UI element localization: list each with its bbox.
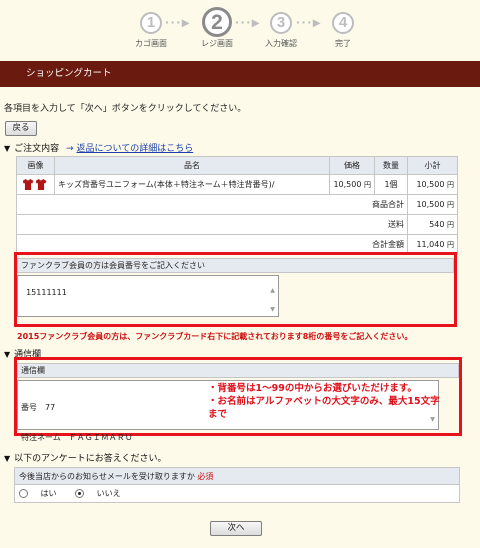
option-no-label[interactable]: いいえ xyxy=(97,489,121,498)
summary-value: 10,500 円 xyxy=(407,194,458,215)
triangle-down-icon: ▼ xyxy=(4,350,11,359)
summary-unit: 円 xyxy=(447,200,454,209)
step-4-icon: 4 xyxy=(332,12,354,34)
scroll-down-icon[interactable]: ▼ xyxy=(268,305,277,315)
survey-section-title: 以下のアンケートにお答えください。 xyxy=(14,454,167,464)
product-name: キッズ背番号ユニフォーム(本体＋特注ネーム＋特注背番号)/ xyxy=(54,174,330,195)
comm-label: 通信欄 xyxy=(17,363,459,378)
summary-amount: 11,040 xyxy=(416,239,445,249)
step-dots: ···▸ xyxy=(235,14,261,30)
cart-item-row: キッズ背番号ユニフォーム(本体＋特注ネーム＋特注背番号)/ 10,500 円 1… xyxy=(16,174,458,195)
product-subtotal: 10,500 円 xyxy=(407,174,458,195)
step-label-complete: 完了 xyxy=(335,39,351,48)
order-section-heading: ▼ ご注文内容 → 返品についての詳細はこちら xyxy=(4,141,193,154)
jersey-icon xyxy=(22,179,34,190)
summary-amount: 10,500 xyxy=(416,199,445,209)
option-yes-label[interactable]: はい xyxy=(41,489,57,498)
triangle-down-icon: ▼ xyxy=(4,144,11,153)
product-price: 10,500 円 xyxy=(329,174,375,195)
col-header-image: 画像 xyxy=(16,156,55,175)
cart-header-row: 画像 品名 価格 数量 小計 xyxy=(16,156,458,175)
col-header-name: 品名 xyxy=(54,156,330,175)
survey-options: はい いいえ xyxy=(15,485,459,502)
summary-row-shipping: 送料 540 円 xyxy=(16,214,458,235)
step-2-icon: 2 xyxy=(202,7,232,37)
fanclub-number-input[interactable]: 15111111 ▲ ▼ xyxy=(17,275,279,317)
col-header-price: 価格 xyxy=(329,156,375,175)
comm-note-3: まで xyxy=(208,409,228,420)
next-button[interactable]: 次へ xyxy=(210,521,262,536)
triangle-down-icon: ▼ xyxy=(4,454,11,463)
survey-question-bar: 今後当店からのお知らせメールを受け取りますか 必須 xyxy=(15,468,459,485)
jersey-icon xyxy=(35,179,47,190)
summary-value: 540 円 xyxy=(407,214,458,235)
back-button[interactable]: 戻る xyxy=(5,121,37,136)
subtotal-unit: 円 xyxy=(447,180,454,189)
step-label-cart: カゴ画面 xyxy=(135,39,167,48)
fanclub-label: ファンクラブ会員の方は会員番号をご記入ください xyxy=(17,258,454,273)
survey-question: 今後当店からのお知らせメールを受け取りますか xyxy=(19,472,195,481)
price-unit: 円 xyxy=(364,180,371,189)
radio-no[interactable] xyxy=(75,489,85,498)
product-qty: 1個 xyxy=(374,174,408,195)
comm-note-1: ・背番号は1～99の中からお選びいただけます。 xyxy=(208,383,417,394)
step-label-confirm: 入力確認 xyxy=(265,39,297,48)
radio-yes[interactable] xyxy=(19,489,28,498)
step-1-icon: 1 xyxy=(140,12,162,34)
fanclub-number-value: 15111111 xyxy=(26,288,67,297)
cart-table: 画像 品名 価格 数量 小計 キッズ背番号ユニフォーム(本体＋特注ネーム＋特注背… xyxy=(16,156,458,255)
instruction-text: 各項目を入力して「次へ」ボタンをクリックしてください。 xyxy=(4,104,247,114)
product-image[interactable] xyxy=(16,174,55,195)
step-label-register: レジ画面 xyxy=(201,39,233,48)
return-policy-link[interactable]: 返品についての詳細はこちら xyxy=(76,144,193,154)
comm-line-name: 特注ネーム ＦＡＧＩＭＡＲＵ xyxy=(21,433,133,442)
page-header: ショッピングカート xyxy=(0,61,480,87)
col-header-subtotal: 小計 xyxy=(407,156,458,175)
subtotal-value: 10,500 xyxy=(416,179,445,189)
arrow-right-icon: → xyxy=(66,144,74,154)
step-dots: ···▸ xyxy=(296,14,322,30)
col-header-qty: 数量 xyxy=(374,156,408,175)
comm-note-2: ・お名前はアルファベットの大文字のみ、最大15文字 xyxy=(208,396,440,407)
step-3-icon: 3 xyxy=(270,12,292,34)
step-dots: ···▸ xyxy=(165,14,191,30)
survey-section-heading: ▼ 以下のアンケートにお答えください。 xyxy=(4,451,167,464)
required-badge: 必須 xyxy=(197,472,214,481)
summary-amount: 540 xyxy=(429,219,445,229)
summary-row-goods: 商品合計 10,500 円 xyxy=(16,194,458,215)
summary-label: 送料 xyxy=(16,214,408,235)
summary-unit: 円 xyxy=(447,220,454,229)
fanclub-notice: 2015ファンクラブ会員の方は、ファンクラブカード右下に記載されております8桁の… xyxy=(17,332,413,341)
price-value: 10,500 xyxy=(333,179,362,189)
summary-label: 商品合計 xyxy=(16,194,408,215)
survey-box: 今後当店からのお知らせメールを受け取りますか 必須 はい いいえ xyxy=(14,467,460,503)
summary-unit: 円 xyxy=(447,240,454,249)
scroll-up-icon[interactable]: ▲ xyxy=(268,286,277,296)
scroll-down-icon[interactable]: ▼ xyxy=(428,415,437,425)
order-section-title: ご注文内容 xyxy=(14,144,60,154)
